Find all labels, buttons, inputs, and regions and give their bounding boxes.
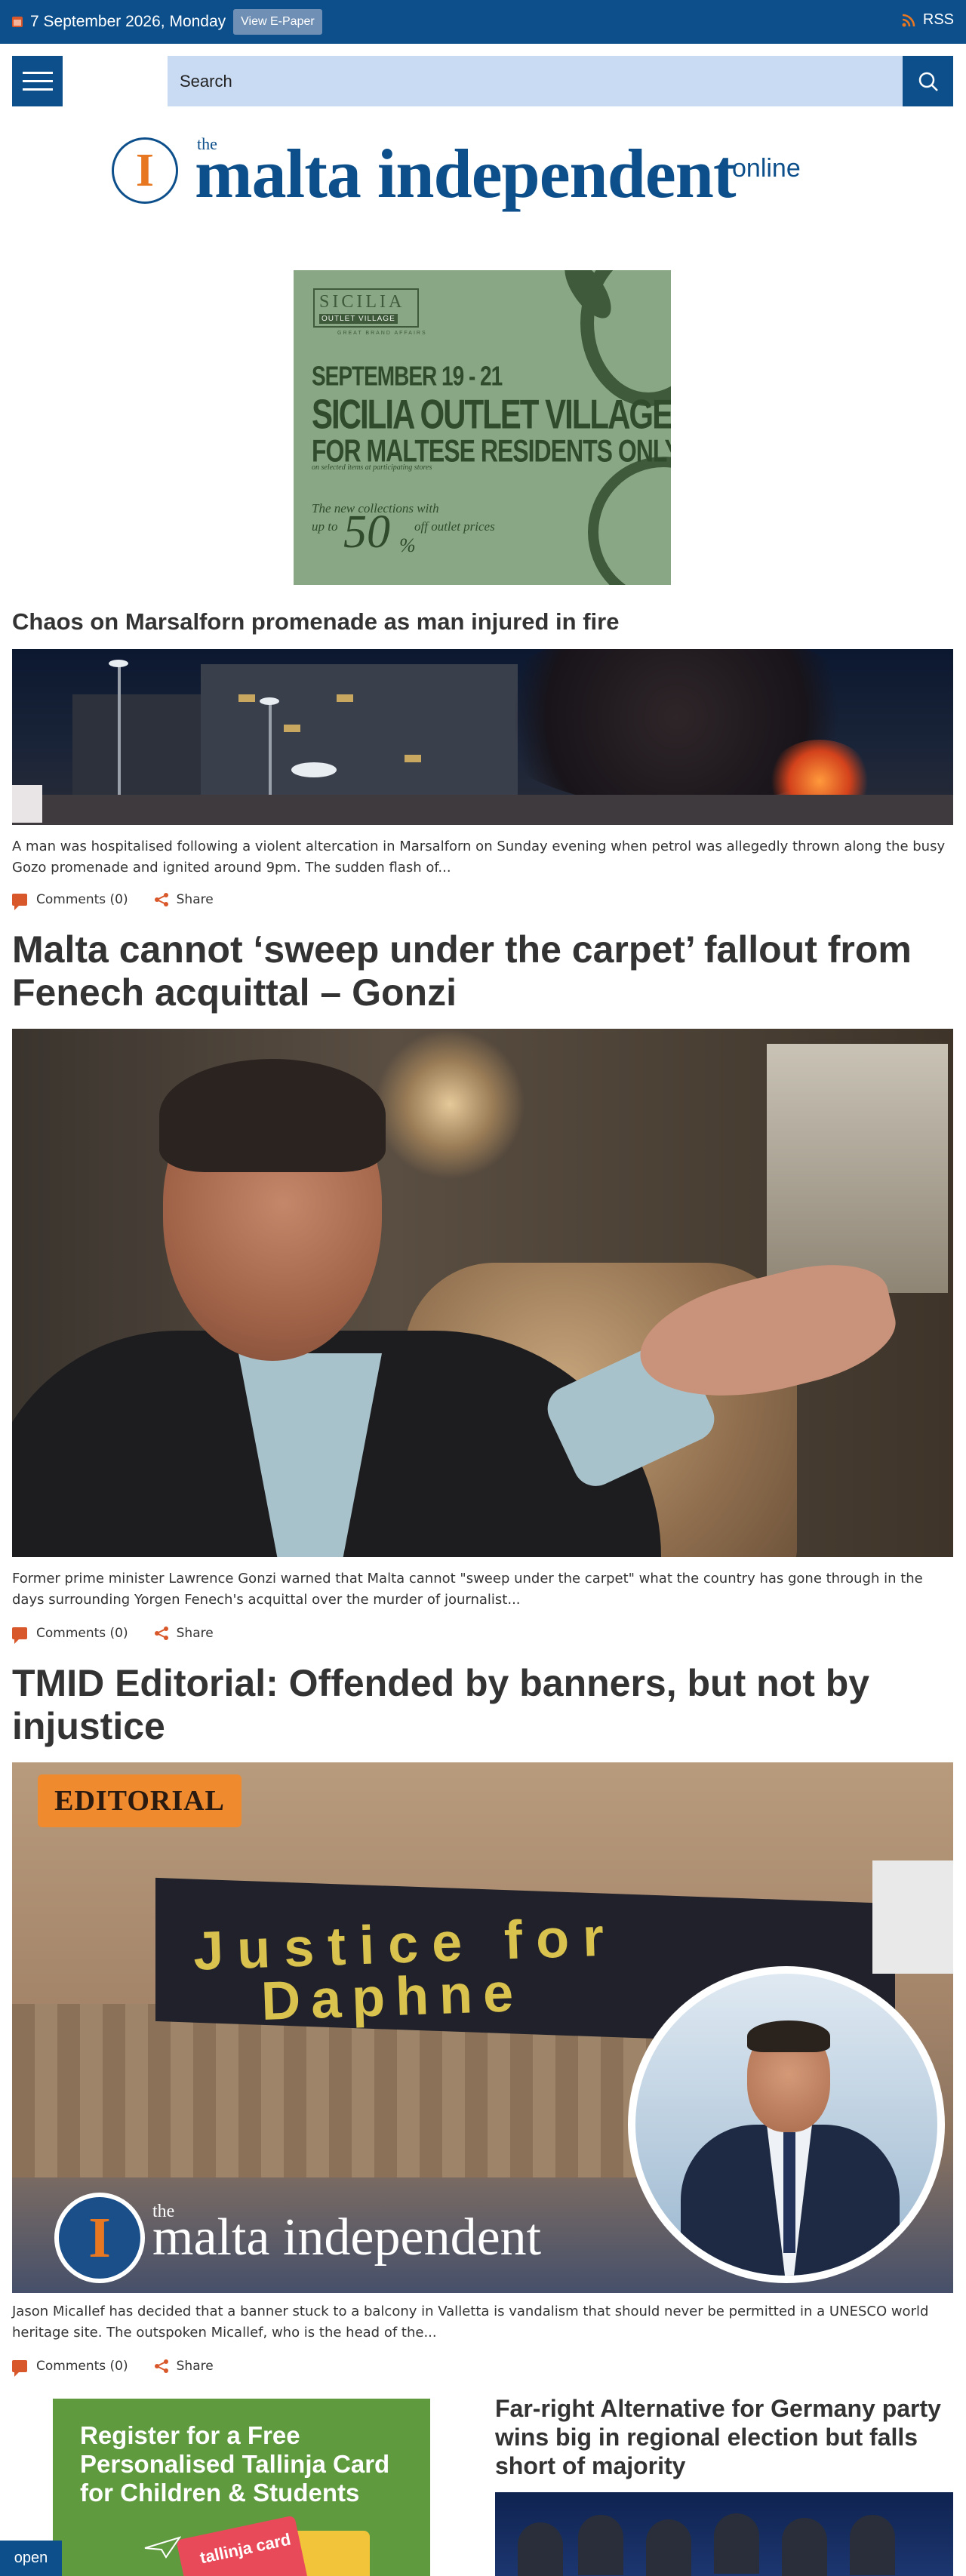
image-window xyxy=(238,694,255,702)
ad-brand-tagline: GREAT BRAND AFFAIRS xyxy=(337,331,427,336)
menu-bar xyxy=(22,88,53,91)
site-logo[interactable]: I the malta independent online xyxy=(112,134,801,212)
article-meta: Comments (0) Share xyxy=(12,892,214,910)
share-icon xyxy=(154,2359,168,2373)
comments-link[interactable]: Comments (0) xyxy=(36,892,128,907)
image-figure xyxy=(518,2522,563,2576)
article-image[interactable] xyxy=(12,1029,953,1557)
current-date: 7 September 2026, Monday xyxy=(30,13,226,30)
comment-icon xyxy=(12,2360,27,2377)
menu-bar xyxy=(22,80,53,82)
image-street xyxy=(12,795,953,825)
rss-label: RSS xyxy=(922,11,954,28)
ad-outlet: off outlet prices xyxy=(414,519,495,534)
search-bar xyxy=(168,56,953,106)
ad-title: SICILIA OUTLET VILLAGE xyxy=(312,391,671,438)
article-meta: Comments (0) Share xyxy=(12,2359,214,2377)
open-tab-button[interactable]: open xyxy=(0,2541,62,2576)
paper-plane-icon xyxy=(144,2536,181,2559)
article-excerpt: Former prime minister Lawrence Gonzi war… xyxy=(12,1571,923,1608)
article-excerpt: Jason Micallef has decided that a banner… xyxy=(12,2304,929,2341)
article-image[interactable]: Justice for Daphne EDITORIAL I the malta… xyxy=(12,1762,953,2293)
image-lamp xyxy=(260,697,279,705)
article-title[interactable]: Malta cannot ‘sweep under the carpet’ fa… xyxy=(12,928,955,1014)
side-article-image[interactable] xyxy=(495,2492,953,2576)
search-input[interactable] xyxy=(168,56,903,106)
image-hair xyxy=(747,2020,830,2052)
image-lamp xyxy=(291,762,337,777)
image-window xyxy=(405,755,421,762)
ad-percent: % xyxy=(399,534,416,556)
image-building xyxy=(201,664,518,800)
view-epaper-button[interactable]: View E-Paper xyxy=(233,9,322,35)
ad-brand-sub: OUTLET VILLAGE xyxy=(319,314,398,324)
image-figure xyxy=(782,2518,827,2576)
image-portrait xyxy=(635,1974,937,2276)
comment-icon xyxy=(12,1627,27,1644)
image-window xyxy=(337,694,353,702)
image-hair xyxy=(159,1059,386,1172)
logo-online: online xyxy=(732,154,801,183)
ad-leaf-decoration xyxy=(588,457,671,585)
article-meta: Comments (0) Share xyxy=(12,1626,214,1644)
article-image[interactable] xyxy=(12,649,953,825)
share-label: Share xyxy=(176,2359,214,2374)
share-button[interactable]: Share xyxy=(154,1626,214,1641)
ad-dates: SEPTEMBER 19 - 21 xyxy=(312,361,503,392)
share-button[interactable]: Share xyxy=(154,892,214,907)
image-window xyxy=(767,1044,948,1293)
ad-note: on selected items at participating store… xyxy=(312,463,432,472)
promo-line: Personalised Tallinja Card xyxy=(80,2450,390,2478)
comments-link[interactable]: Comments (0) xyxy=(36,1626,128,1641)
promo-line: Register for a Free xyxy=(80,2421,300,2449)
image-logo-mark: I xyxy=(54,2193,145,2283)
image-lamp xyxy=(374,1029,525,1180)
image-sign xyxy=(12,785,42,823)
image-figure xyxy=(850,2515,895,2575)
rss-icon xyxy=(902,14,915,26)
advertisement-banner[interactable]: SICILIA OUTLET VILLAGE GREAT BRAND AFFAI… xyxy=(294,270,671,585)
editorial-badge: EDITORIAL xyxy=(38,1774,242,1827)
promo-line: for Children & Students xyxy=(80,2479,360,2507)
share-icon xyxy=(154,893,168,906)
hamburger-menu-button[interactable] xyxy=(12,56,63,106)
comments-link[interactable]: Comments (0) xyxy=(36,2359,128,2374)
tallinja-promo-banner[interactable]: Register for a Free Personalised Tallinj… xyxy=(53,2399,430,2576)
top-bar: 7 September 2026, Monday View E-Paper RS… xyxy=(0,0,966,44)
menu-bar xyxy=(22,72,53,74)
article-title[interactable]: Chaos on Marsalforn promenade as man inj… xyxy=(12,608,619,636)
ad-brand: SICILIA xyxy=(319,292,405,312)
ad-brand-logo: SICILIA OUTLET VILLAGE xyxy=(313,288,419,328)
comment-icon xyxy=(12,894,27,910)
image-flag xyxy=(872,1860,953,1974)
image-tie xyxy=(783,2132,795,2253)
calendar-icon xyxy=(12,17,23,27)
ad-upto: up to xyxy=(312,519,338,534)
rss-link[interactable]: RSS xyxy=(902,11,954,29)
image-figure xyxy=(578,2515,623,2575)
article-excerpt: A man was hospitalised following a viole… xyxy=(12,839,946,876)
share-label: Share xyxy=(176,1626,214,1641)
logo-mark: I xyxy=(112,137,178,204)
image-window xyxy=(284,725,300,732)
article-title[interactable]: TMID Editorial: Offended by banners, but… xyxy=(12,1662,955,1748)
share-label: Share xyxy=(176,892,214,907)
logo-name: malta independent xyxy=(195,135,737,212)
image-lamp xyxy=(109,660,128,667)
image-banner-text: Daphne xyxy=(260,1962,525,2033)
search-icon xyxy=(918,72,938,91)
side-article-title[interactable]: Far-right Alternative for Germany party … xyxy=(495,2394,948,2480)
image-figure xyxy=(646,2519,691,2576)
image-figure xyxy=(714,2513,759,2574)
image-logo-name: malta independent xyxy=(152,2208,542,2267)
share-button[interactable]: Share xyxy=(154,2359,214,2374)
ad-discount: 50 xyxy=(343,506,390,558)
search-button[interactable] xyxy=(903,56,953,106)
share-icon xyxy=(154,1627,168,1640)
